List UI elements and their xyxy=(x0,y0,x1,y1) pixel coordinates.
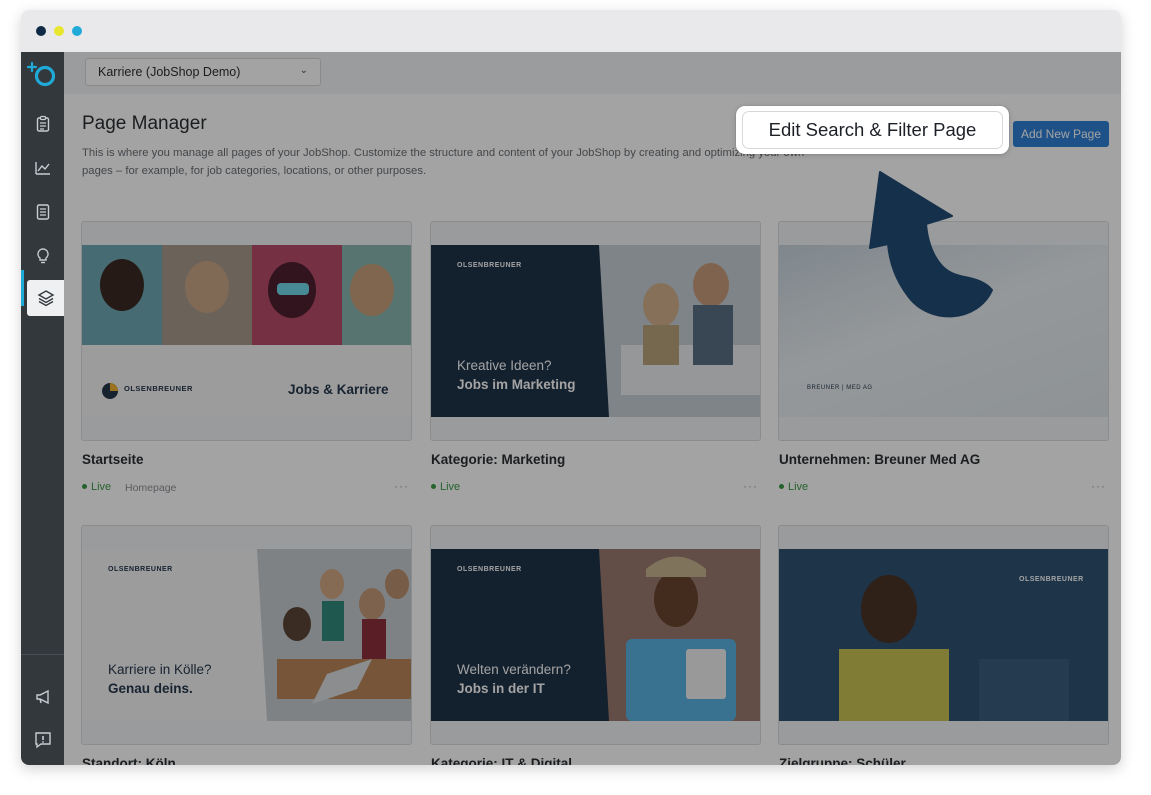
sidebar xyxy=(21,52,64,765)
main-content: Karriere (JobShop Demo) ⌄ Page Manager T… xyxy=(64,52,1121,765)
layers-icon xyxy=(37,290,54,307)
pointer-arrow-icon xyxy=(869,171,993,318)
dim-overlay xyxy=(64,52,1121,765)
clipboard-icon xyxy=(36,115,49,132)
alert-icon xyxy=(34,732,51,749)
sidebar-item-jobs[interactable] xyxy=(21,106,64,142)
window-dot-minimize[interactable] xyxy=(54,26,64,36)
document-icon xyxy=(36,204,49,220)
title-bar xyxy=(21,10,1121,52)
edit-search-filter-page-label: Edit Search & Filter Page xyxy=(742,111,1003,149)
sidebar-item-analytics[interactable] xyxy=(21,150,64,186)
sidebar-item-feedback[interactable] xyxy=(21,722,64,758)
edit-search-filter-page-button[interactable]: Edit Search & Filter Page xyxy=(736,106,1009,154)
active-indicator xyxy=(21,270,24,306)
window-dot-maximize[interactable] xyxy=(72,26,82,36)
app-logo-icon[interactable] xyxy=(26,60,57,88)
sidebar-item-documents[interactable] xyxy=(21,194,64,230)
sidebar-item-announcements[interactable] xyxy=(21,679,64,715)
window-dot-close[interactable] xyxy=(36,26,46,36)
chart-icon xyxy=(34,162,50,175)
megaphone-icon xyxy=(35,689,49,705)
lightbulb-icon xyxy=(36,248,49,264)
sidebar-item-ideas[interactable] xyxy=(21,238,64,274)
sidebar-divider xyxy=(21,654,64,655)
sidebar-item-pages[interactable] xyxy=(27,280,64,316)
